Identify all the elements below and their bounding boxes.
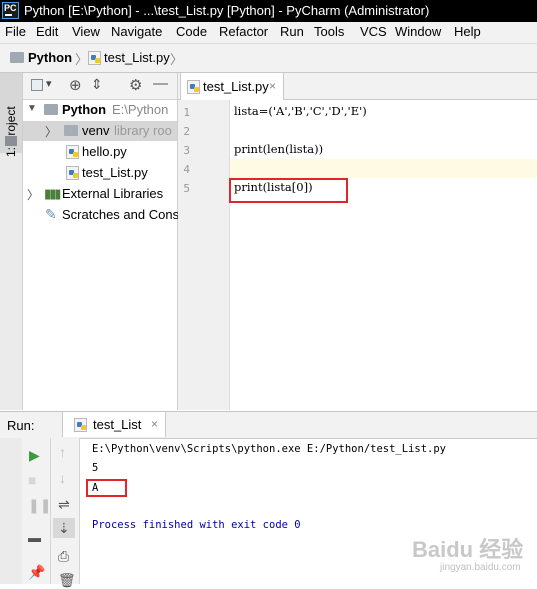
- folder-icon: [44, 104, 58, 115]
- arrow-up-icon[interactable]: ↑: [59, 444, 66, 460]
- hide-panel-icon[interactable]: —: [153, 75, 168, 92]
- line-number: 4: [183, 163, 190, 176]
- python-file-icon: [66, 145, 79, 159]
- trash-icon[interactable]: 🗑: [58, 572, 76, 589]
- menu-bar: File Edit View Navigate Code Refactor Ru…: [0, 22, 537, 44]
- menu-tools[interactable]: Tools: [314, 24, 344, 39]
- scratches-icon: ✎: [45, 206, 57, 222]
- folder-icon: [5, 136, 17, 146]
- menu-window[interactable]: Window: [395, 24, 441, 39]
- code-line-1[interactable]: lista=('A','B','C','D','E'): [234, 104, 367, 118]
- stop-icon[interactable]: ■: [28, 472, 36, 488]
- project-toolbar: ▾ ⊕ ⇕ ⚙ —: [23, 73, 177, 100]
- gear-icon[interactable]: ⚙: [129, 76, 142, 94]
- title-bar: PC Python [E:\Python] - ...\test_List.py…: [0, 0, 537, 22]
- tree-file-test-list[interactable]: test_List.py: [82, 165, 148, 180]
- scroll-to-end-icon: ⇣: [58, 520, 70, 536]
- view-dropdown-icon[interactable]: ▾: [46, 77, 52, 90]
- tree-venv[interactable]: venv: [82, 123, 109, 138]
- menu-refactor[interactable]: Refactor: [219, 24, 268, 39]
- folder-icon: [64, 125, 78, 136]
- project-side-tab[interactable]: 1: Project: [0, 73, 22, 157]
- close-icon[interactable]: ×: [151, 417, 158, 431]
- tree-root-path: E:\Python: [112, 102, 169, 117]
- chevron-right-icon: 〉: [170, 52, 184, 67]
- window-title: Python [E:\Python] - ...\test_List.py [P…: [24, 3, 430, 18]
- library-icon: ▮▮▮: [44, 186, 62, 201]
- tree-venv-note: library roo: [114, 123, 172, 138]
- menu-edit[interactable]: Edit: [36, 24, 58, 39]
- run-label: Run:: [7, 418, 35, 433]
- pause-icon[interactable]: ❚❚: [28, 497, 51, 514]
- menu-vcs[interactable]: VCS: [360, 24, 387, 39]
- run-toolbar: ▶ ■ ❚❚ ▬ 📌: [22, 438, 51, 584]
- menu-code[interactable]: Code: [176, 24, 207, 39]
- tree-root-name[interactable]: Python: [62, 102, 106, 117]
- console-output-line: 5: [92, 462, 99, 474]
- locate-target-icon[interactable]: ⊕: [69, 76, 82, 94]
- print-icon[interactable]: ⎙: [58, 548, 69, 565]
- chevron-right-icon: 〉: [75, 52, 89, 67]
- layout-icon[interactable]: ▬: [28, 530, 41, 545]
- project-side-tab-label: 1: Project: [4, 106, 18, 157]
- run-header: Run: test_List ×: [0, 411, 537, 439]
- line-number: 3: [183, 144, 190, 157]
- close-icon[interactable]: ×: [269, 79, 276, 93]
- pin-icon[interactable]: 📌: [28, 564, 45, 581]
- line-number: 2: [183, 125, 190, 138]
- tree-file-hello[interactable]: hello.py: [82, 144, 127, 159]
- folder-icon: [10, 52, 24, 63]
- breadcrumb: Python 〉 test_List.py 〉: [0, 44, 537, 73]
- code-line-3[interactable]: print(len(lista)): [234, 142, 323, 156]
- run-dock-strip: [0, 438, 23, 584]
- play-icon[interactable]: ▶: [29, 447, 40, 464]
- run-toolbar-secondary: ↑ ↓ ⇌ ⇣ ⎙ 🗑: [51, 438, 80, 588]
- tree-scratches[interactable]: Scratches and Cons: [62, 207, 179, 222]
- tab-run-test-list[interactable]: test_List ×: [62, 412, 166, 437]
- arrow-down-icon[interactable]: ↓: [59, 470, 66, 486]
- menu-run[interactable]: Run: [280, 24, 304, 39]
- python-file-icon: [88, 51, 101, 65]
- menu-help[interactable]: Help: [454, 24, 481, 39]
- tab-label: test_List.py: [203, 79, 269, 94]
- chevron-right-icon[interactable]: 〉: [27, 186, 39, 203]
- menu-navigate[interactable]: Navigate: [111, 24, 162, 39]
- chevron-down-icon[interactable]: ▼: [27, 103, 37, 114]
- menu-file[interactable]: File: [5, 24, 26, 39]
- pycharm-app-icon: PC: [2, 2, 19, 19]
- watermark-url: jingyan.baidu.com: [440, 562, 521, 573]
- tab-test-list[interactable]: test_List.py ×: [180, 73, 284, 100]
- project-view-icon[interactable]: [31, 79, 43, 91]
- python-file-icon: [74, 418, 87, 432]
- current-line-highlight: [230, 159, 537, 178]
- console-command-line: E:\Python\venv\Scripts\python.exe E:/Pyt…: [92, 443, 447, 455]
- highlight-box-code: [229, 178, 348, 203]
- console-exit-message: Process finished with exit code 0: [92, 519, 301, 531]
- breadcrumb-file[interactable]: test_List.py: [104, 50, 170, 65]
- menu-view[interactable]: View: [72, 24, 100, 39]
- tree-external-libraries[interactable]: External Libraries: [62, 186, 163, 201]
- python-file-icon: [187, 80, 200, 94]
- line-number: 1: [183, 106, 190, 119]
- breadcrumb-project[interactable]: Python: [28, 50, 72, 65]
- chevron-right-icon[interactable]: 〉: [45, 123, 57, 140]
- collapse-all-icon[interactable]: ⇕: [91, 76, 103, 93]
- soft-wrap-icon[interactable]: ⇌: [58, 496, 70, 513]
- python-file-icon: [66, 166, 79, 180]
- watermark-logo: Baidu 经验: [412, 537, 524, 562]
- highlight-box-output: [86, 479, 127, 497]
- run-tab-label: test_List: [93, 417, 142, 432]
- line-number: 5: [183, 182, 190, 195]
